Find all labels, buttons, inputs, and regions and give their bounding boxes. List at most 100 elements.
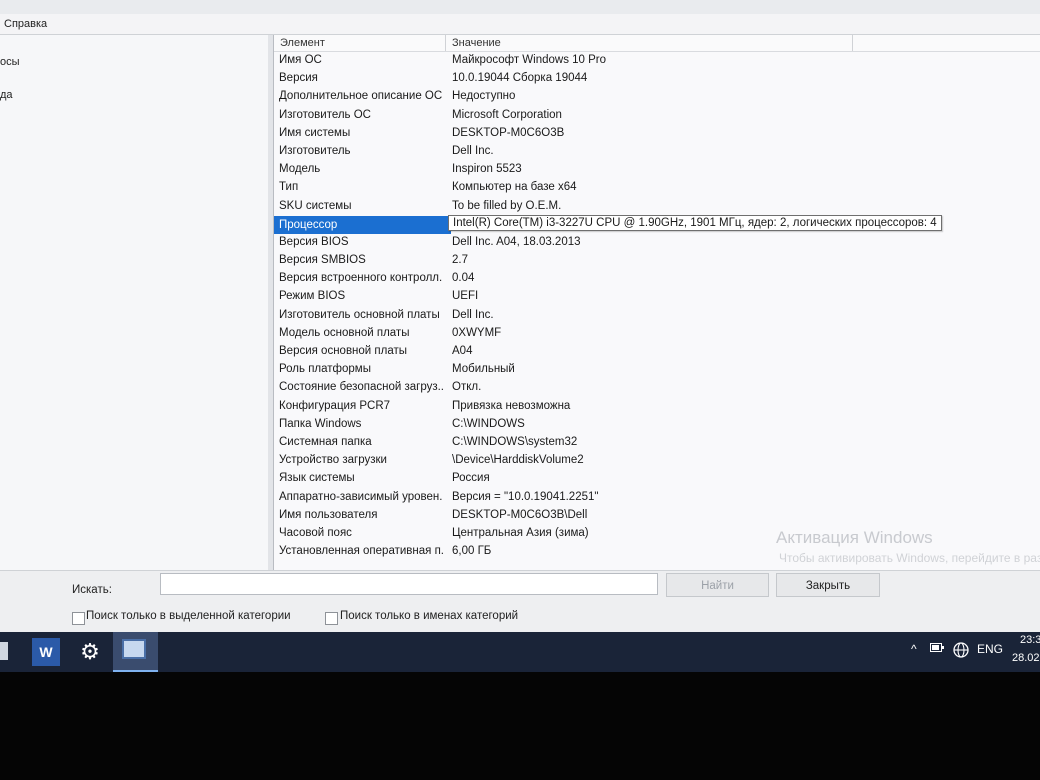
- row-element-value: Dell Inc.: [452, 144, 494, 157]
- language-indicator[interactable]: ENG: [977, 642, 1003, 656]
- network-globe-icon[interactable]: [953, 642, 969, 661]
- row-element-name: Изготовитель: [279, 144, 351, 157]
- row-element-name: Изготовитель ОС: [279, 108, 371, 121]
- row-element-name: Устройство загрузки: [279, 454, 387, 467]
- row-element-value: UEFI: [452, 290, 479, 303]
- table-row[interactable]: Модель Inspiron 5523: [274, 161, 1040, 179]
- row-element-name: Версия BIOS: [279, 235, 349, 248]
- search-label: Искать:: [72, 584, 112, 596]
- table-row[interactable]: Изготовитель основной платы Dell Inc.: [274, 307, 1040, 325]
- column-divider[interactable]: [852, 35, 853, 51]
- row-element-value: Microsoft Corporation: [452, 108, 562, 121]
- chevron-up-icon[interactable]: ^: [911, 642, 917, 656]
- table-row[interactable]: Версия основной платы A04: [274, 343, 1040, 361]
- row-element-name: Версия: [279, 72, 318, 85]
- row-element-value: 0.04: [452, 272, 475, 285]
- screen: Справка осы да Элемент Значение Имя ОС Ма…: [0, 0, 1040, 672]
- column-header-value[interactable]: Значение: [452, 37, 501, 49]
- activation-watermark-title: Активация Windows: [776, 528, 933, 547]
- row-element-value: 0XWYMF: [452, 326, 502, 339]
- row-element-name: Модель: [279, 163, 321, 176]
- table-row[interactable]: Режим BIOS UEFI: [274, 288, 1040, 306]
- table-row[interactable]: Устройство загрузки \Device\HarddiskVolum…: [274, 452, 1040, 470]
- system-info-taskbar-button[interactable]: [113, 632, 158, 672]
- table-row[interactable]: Изготовитель Dell Inc.: [274, 143, 1040, 161]
- close-button[interactable]: Закрыть: [776, 573, 880, 597]
- row-element-value: Недоступно: [452, 90, 516, 103]
- category-tree: осы да: [0, 35, 269, 570]
- row-element-name: Тип: [279, 181, 299, 194]
- table-row[interactable]: Конфигурация PCR7 Привязка невозможна: [274, 398, 1040, 416]
- find-button[interactable]: Найти: [666, 573, 769, 597]
- table-row[interactable]: Версия SMBIOS 2.7: [274, 252, 1040, 270]
- row-element-value: Привязка невозможна: [452, 399, 571, 412]
- table-row[interactable]: Изготовитель ОС Microsoft Corporation: [274, 107, 1040, 125]
- checkbox-selected-category-label: Поиск только в выделенной категории: [86, 610, 291, 622]
- row-element-name: Состояние безопасной загруз...: [279, 381, 443, 394]
- checkbox-selected-category[interactable]: [72, 612, 85, 625]
- table-row[interactable]: Имя пользователя DESKTOP-M0C6O3B\Dell: [274, 507, 1040, 525]
- column-divider[interactable]: [445, 35, 446, 51]
- clock-date[interactable]: 28.02.: [1012, 652, 1040, 664]
- table-row[interactable]: Системная папка C:\WINDOWS\system32: [274, 434, 1040, 452]
- row-element-value: Компьютер на базе x64: [452, 181, 577, 194]
- row-element-name: Установленная оперативная п...: [279, 545, 443, 558]
- checkbox-category-names[interactable]: [325, 612, 338, 625]
- windows-start-icon[interactable]: [0, 642, 8, 660]
- menu-help[interactable]: Справка: [4, 14, 47, 34]
- table-row[interactable]: Версия BIOS Dell Inc. A04, 18.03.2013: [274, 234, 1040, 252]
- row-element-value: Dell Inc. A04, 18.03.2013: [452, 235, 581, 248]
- table-row[interactable]: Имя системы DESKTOP-M0C6O3B: [274, 125, 1040, 143]
- row-element-name: Имя пользователя: [279, 508, 378, 521]
- menu-bar: Справка: [0, 14, 1040, 35]
- row-element-name: Версия основной платы: [279, 345, 408, 357]
- row-element-name: Модель основной платы: [279, 326, 410, 339]
- table-row[interactable]: Папка Windows C:\WINDOWS: [274, 416, 1040, 434]
- screen-bezel: [0, 672, 1040, 780]
- table-row[interactable]: Версия встроенного контролл... 0.04: [274, 270, 1040, 288]
- activation-watermark-subtitle: Чтобы активировать Windows, перейдите в …: [779, 551, 1040, 565]
- row-element-name: Версия встроенного контролл...: [279, 272, 443, 285]
- row-element-value: \Device\HarddiskVolume2: [452, 454, 584, 467]
- table-row[interactable]: Тип Компьютер на базе x64: [274, 179, 1040, 197]
- table-row[interactable]: SKU системы To be filled by O.E.M.: [274, 198, 1040, 216]
- row-element-value: DESKTOP-M0C6O3B\Dell: [452, 508, 588, 521]
- row-element-value: Версия = "10.0.19041.2251": [452, 490, 599, 503]
- row-element-value: Россия: [452, 472, 490, 485]
- row-element-value: 6,00 ГБ: [452, 545, 492, 558]
- row-element-name: Часовой пояс: [279, 526, 352, 539]
- table-row[interactable]: Язык системы Россия: [274, 470, 1040, 488]
- row-element-value: 2.7: [452, 254, 468, 267]
- row-element-name: Имя ОС: [279, 54, 322, 66]
- row-element-name: Дополнительное описание ОС: [279, 90, 443, 103]
- battery-icon[interactable]: [930, 642, 944, 656]
- row-element-name: Конфигурация PCR7: [279, 399, 391, 412]
- tree-item-environment[interactable]: да: [0, 89, 13, 101]
- gear-icon[interactable]: ⚙: [76, 638, 104, 666]
- table-row[interactable]: Роль платформы Мобильный: [274, 361, 1040, 379]
- table-row[interactable]: Модель основной платы 0XWYMF: [274, 325, 1040, 343]
- table-row[interactable]: Дополнительное описание ОС Недоступно: [274, 88, 1040, 106]
- search-input[interactable]: [160, 573, 658, 595]
- table-row[interactable]: Имя ОС Майкрософт Windows 10 Pro: [274, 52, 1040, 70]
- row-element-value: A04: [452, 345, 473, 357]
- table-row-selected[interactable]: Процессор Intel(R) Core(TM) i3-3227U CPU …: [274, 214, 1040, 234]
- tree-item-resources[interactable]: осы: [0, 56, 20, 68]
- row-element-name: Папка Windows: [279, 417, 362, 430]
- row-element-value: Мобильный: [452, 363, 515, 376]
- row-element-value: To be filled by O.E.M.: [452, 199, 562, 212]
- word-icon[interactable]: W: [32, 638, 60, 666]
- row-element-value: Центральная Азия (зима): [452, 526, 589, 539]
- row-element-name: Язык системы: [279, 472, 355, 485]
- clock-time[interactable]: 23:3: [1020, 634, 1040, 646]
- row-element-value: Inspiron 5523: [452, 163, 522, 176]
- row-element-name: Системная папка: [279, 435, 372, 448]
- row-element-value: Откл.: [452, 381, 482, 394]
- table-row[interactable]: Аппаратно-зависимый уровен... Версия = "1…: [274, 489, 1040, 507]
- table-row[interactable]: Состояние безопасной загруз... Откл.: [274, 379, 1040, 397]
- column-header: Элемент Значение: [274, 35, 1040, 52]
- column-header-element[interactable]: Элемент: [280, 37, 325, 49]
- table-row[interactable]: Версия 10.0.19044 Сборка 19044: [274, 70, 1040, 88]
- search-panel: Искать: Найти Закрыть Поиск только в выд…: [0, 570, 1040, 633]
- value-tooltip: Intel(R) Core(TM) i3-3227U CPU @ 1.90GHz…: [448, 214, 942, 231]
